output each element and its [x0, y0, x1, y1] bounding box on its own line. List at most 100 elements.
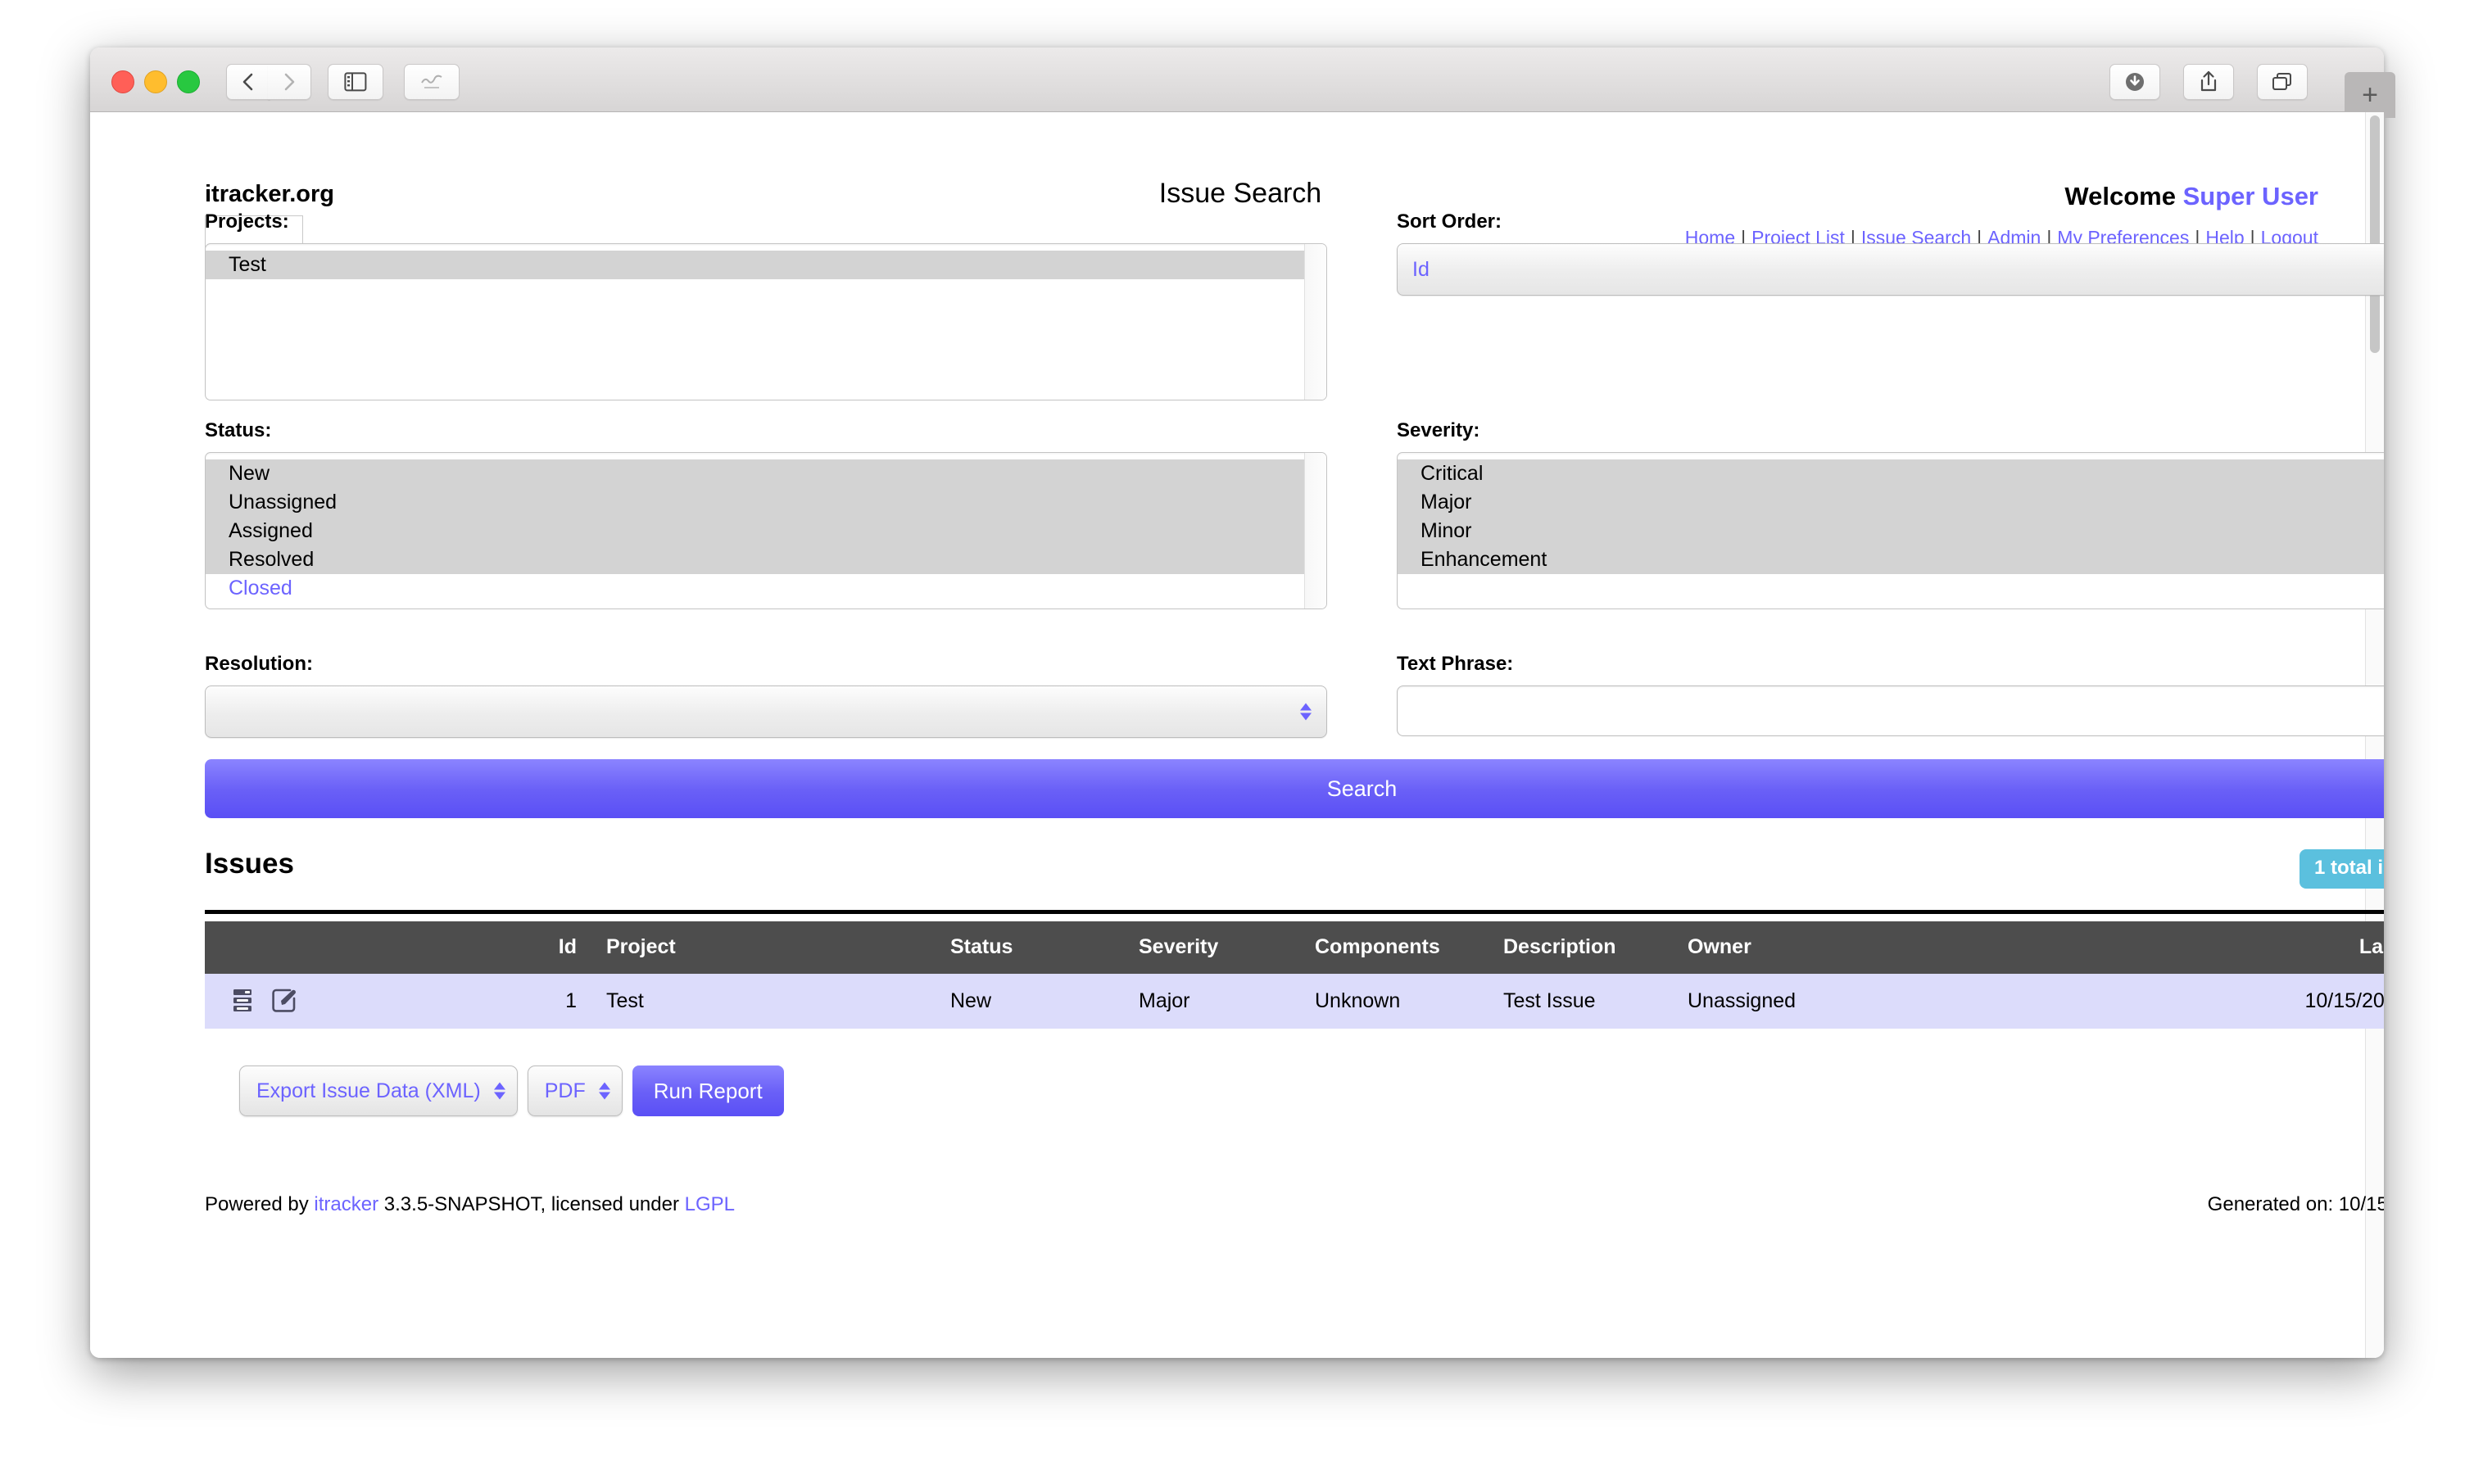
resolution-field: Resolution:: [205, 653, 1327, 738]
close-window-button[interactable]: [111, 70, 134, 93]
issues-table-row: Id Project Status Severity Components De…: [115, 921, 2366, 1052]
welcome-label: Welcome: [2064, 182, 2176, 210]
severity-label: Severity:: [1397, 419, 2384, 442]
status-option[interactable]: Assigned: [206, 517, 1326, 545]
sort-order-value: Id: [1398, 258, 1430, 282]
resolution-select[interactable]: [205, 685, 1327, 738]
footer-powered-prefix: Powered by: [205, 1193, 309, 1215]
cell-last-modified: 10/15/2016 18:45:11: [2179, 974, 2384, 1029]
new-tab-label: +: [2362, 81, 2378, 109]
column-severity: Severity: [1139, 921, 1315, 974]
cell-status: New: [950, 974, 1139, 1029]
filter-row-status: Status: NewUnassignedAssignedResolvedClo…: [115, 419, 2366, 653]
cell-components: Unknown: [1315, 974, 1503, 1029]
status-option[interactable]: Resolved: [206, 545, 1326, 574]
edit-issue-button[interactable]: [272, 989, 298, 1013]
table-header-row: Id Project Status Severity Components De…: [205, 921, 2384, 974]
minimize-window-button[interactable]: [144, 70, 167, 93]
status-list[interactable]: NewUnassignedAssignedResolvedClosed: [206, 453, 1326, 603]
projects-label: Projects:: [205, 210, 1327, 233]
downloads-button[interactable]: [2109, 64, 2160, 100]
issues-rule-row: [115, 910, 2366, 921]
status-option[interactable]: New: [206, 459, 1326, 488]
maximize-window-button[interactable]: [177, 70, 200, 93]
new-tab-button[interactable]: +: [2345, 72, 2395, 118]
footer-row: Powered by itracker 3.3.5-SNAPSHOT, lice…: [115, 1151, 2366, 1249]
chevron-updown-icon: [494, 1083, 505, 1100]
footer-generated-on: Generated on: 10/15/2016 18:46:17: [2208, 1193, 2384, 1216]
back-button[interactable]: [226, 64, 270, 100]
page-content: itracker.org Issue Search Welcome Super …: [115, 112, 2366, 1358]
status-option[interactable]: Closed: [206, 574, 1326, 603]
severity-option[interactable]: Enhancement: [1398, 545, 2384, 574]
welcome-message: Welcome Super User: [2064, 182, 2318, 211]
status-label: Status:: [205, 419, 1327, 442]
status-scrollbar[interactable]: [1304, 453, 1326, 609]
status-field: Status: NewUnassignedAssignedResolvedClo…: [205, 419, 1327, 609]
reader-icon: [420, 73, 443, 91]
text-phrase-field: Text Phrase:: [1397, 653, 2384, 736]
issues-header: Issues 1 total issues found.: [205, 844, 2384, 898]
cell-description: Test Issue: [1503, 974, 1688, 1029]
view-issue-button[interactable]: [233, 989, 261, 1013]
export-type-value: Export Issue Data (XML): [256, 1079, 481, 1103]
desktop-background: + itracker.org Issue Search Welcome Supe…: [0, 0, 2474, 1484]
severity-list[interactable]: CriticalMajorMinorEnhancement: [1398, 453, 2384, 574]
chevron-updown-icon: [1300, 704, 1312, 721]
issues-count-badge: 1 total issues found.: [2300, 849, 2384, 889]
projects-list[interactable]: Test: [206, 244, 1326, 279]
sidebar-toggle-button[interactable]: [328, 64, 383, 100]
browser-window: + itracker.org Issue Search Welcome Supe…: [90, 48, 2384, 1358]
column-owner: Owner: [1688, 921, 2179, 974]
back-icon: [240, 70, 256, 93]
issues-section-title: Issues: [205, 848, 294, 880]
footer-license-link[interactable]: LGPL: [685, 1193, 735, 1215]
search-row: Search: [115, 759, 2366, 844]
column-project: Project: [591, 921, 950, 974]
project-option[interactable]: Test: [206, 251, 1326, 279]
filter-row-resolution: Resolution: Text Phrase:: [115, 653, 2366, 759]
cell-project: Test: [591, 974, 950, 1029]
issues-header-row: Issues 1 total issues found.: [115, 844, 2366, 910]
resolution-label: Resolution:: [205, 653, 1327, 676]
column-id: Id: [487, 921, 591, 974]
issues-divider: [205, 910, 2384, 914]
share-icon: [2198, 70, 2219, 94]
footer-itracker-link[interactable]: itracker: [314, 1193, 378, 1215]
text-phrase-input[interactable]: [1397, 685, 2384, 736]
projects-field: Projects: Test: [205, 210, 1327, 400]
row-actions-cell: [205, 974, 487, 1029]
export-type-select[interactable]: Export Issue Data (XML): [239, 1065, 518, 1116]
column-components: Components: [1315, 921, 1503, 974]
severity-option[interactable]: Minor: [1398, 517, 2384, 545]
status-listbox[interactable]: NewUnassignedAssignedResolvedClosed: [205, 452, 1327, 609]
table-row[interactable]: 1TestNewMajorUnknownTest IssueUnassigned…: [205, 974, 2384, 1029]
footer-powered-by: Powered by itracker 3.3.5-SNAPSHOT, lice…: [205, 1193, 735, 1216]
severity-option[interactable]: Major: [1398, 488, 2384, 517]
page-title: Issue Search: [115, 178, 2366, 210]
cell-severity: Major: [1139, 974, 1315, 1029]
forward-button[interactable]: [268, 64, 311, 100]
edit-icon: [272, 989, 298, 1013]
current-user-name: Super User: [2183, 182, 2318, 210]
run-report-button[interactable]: Run Report: [632, 1065, 784, 1116]
share-button[interactable]: [2183, 64, 2234, 100]
status-option[interactable]: Unassigned: [206, 488, 1326, 517]
chevron-updown-icon: [599, 1083, 610, 1100]
tab-overview-button[interactable]: [2257, 64, 2308, 100]
filter-row-projects: Projects: Test Sort Order: Id: [115, 210, 2366, 419]
sort-order-field: Sort Order: Id: [1397, 210, 2384, 296]
reader-view-button[interactable]: [404, 64, 460, 100]
severity-listbox[interactable]: CriticalMajorMinorEnhancement: [1397, 452, 2384, 609]
severity-option[interactable]: Critical: [1398, 459, 2384, 488]
search-button[interactable]: Search: [205, 759, 2384, 818]
tabs-icon: [2271, 71, 2294, 93]
export-format-select[interactable]: PDF: [528, 1065, 623, 1116]
projects-listbox[interactable]: Test: [205, 243, 1327, 400]
sort-order-select[interactable]: Id: [1397, 243, 2384, 296]
sort-order-label: Sort Order:: [1397, 210, 2384, 233]
details-icon: [233, 989, 261, 1013]
browser-titlebar: +: [90, 48, 2384, 112]
row-actions: [233, 989, 487, 1013]
projects-scrollbar[interactable]: [1304, 244, 1326, 400]
